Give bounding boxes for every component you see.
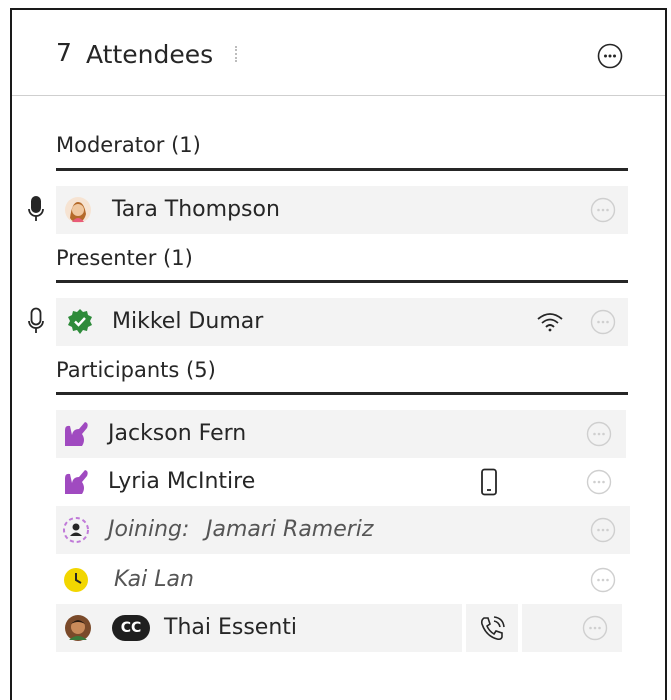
more-options-icon[interactable] [590, 517, 616, 543]
more-options-icon[interactable] [586, 421, 612, 447]
panel-header: 7 Attendees [12, 10, 665, 96]
text-caret [235, 46, 238, 62]
section-title-moderator: Moderator (1) [56, 133, 201, 157]
more-options-icon[interactable] [597, 43, 623, 69]
attendee-row-kai-lan[interactable]: Kai Lan [56, 556, 630, 604]
row-actions-cell [522, 604, 622, 652]
attendee-name: Lyria McIntire [108, 469, 256, 494]
microphone-icon [28, 196, 44, 221]
attendee-name: Jackson Fern [108, 421, 247, 446]
raised-hand-icon [65, 470, 88, 494]
attendee-name: Thai Essenti [164, 615, 298, 640]
joining-user-icon [63, 517, 89, 543]
panel-title: Attendees [86, 40, 214, 69]
phone-call-icon [480, 616, 505, 641]
attendees-panel: 7 Attendees Moderator (1) Tara Thompson … [10, 8, 667, 700]
closed-captions-badge: CC [112, 615, 150, 641]
attendee-count: 7 [56, 38, 72, 67]
profile-photo [65, 197, 91, 223]
section-divider [56, 168, 628, 171]
joining-label: Joining: [108, 517, 190, 542]
attendee-name: Kai Lan [114, 567, 194, 592]
attendee-row-jamari-rameriz[interactable]: Joining: Jamari Rameriz [56, 506, 630, 554]
attendee-name: Tara Thompson [112, 197, 280, 222]
attendee-row-thai-essenti[interactable]: CC Thai Essenti [56, 604, 462, 652]
microphone-outline-icon [28, 307, 44, 333]
attendee-name: Jamari Rameriz [206, 517, 374, 542]
section-divider [56, 280, 628, 283]
more-options-icon[interactable] [590, 567, 616, 593]
section-title-presenter: Presenter (1) [56, 246, 193, 270]
attendee-name: Mikkel Dumar [112, 309, 264, 334]
attendee-row-mikkel-dumar[interactable]: Mikkel Dumar [56, 298, 628, 346]
presenter-badge-icon [68, 309, 92, 334]
mobile-phone-icon [481, 468, 497, 496]
raised-hand-icon [65, 422, 88, 446]
section-title-participants: Participants (5) [56, 358, 216, 382]
profile-photo [65, 615, 91, 641]
more-options-icon[interactable] [590, 197, 616, 223]
away-clock-icon [64, 568, 88, 592]
attendee-row-lyria-mcintire[interactable]: Lyria McIntire [56, 458, 626, 506]
section-divider [56, 392, 628, 395]
more-options-icon[interactable] [590, 309, 616, 335]
more-options-icon[interactable] [586, 469, 612, 495]
attendee-row-tara-thompson[interactable]: Tara Thompson [56, 186, 628, 234]
attendee-row-jackson-fern[interactable]: Jackson Fern [56, 410, 626, 458]
wifi-icon [537, 313, 563, 332]
device-cell [466, 604, 518, 652]
more-options-icon[interactable] [582, 615, 608, 641]
